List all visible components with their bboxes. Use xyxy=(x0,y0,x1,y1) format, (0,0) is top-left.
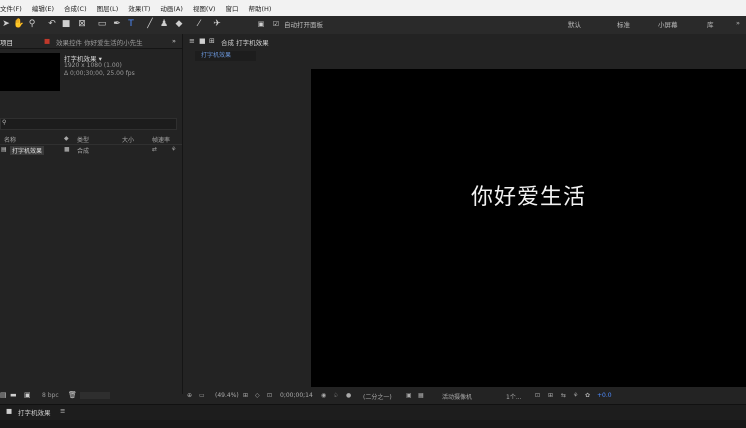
workspace-more-icon[interactable]: » xyxy=(736,19,740,27)
menu-composition[interactable]: 合成(C) xyxy=(64,3,87,13)
project-tab-bar: 项目 ■ 效果控件 你好爱生活的小先生 » xyxy=(0,34,182,49)
region-of-interest-icon[interactable]: ⊡ xyxy=(267,392,272,399)
pen-tool-icon[interactable]: ✒ xyxy=(111,18,123,31)
transparency-grid-icon[interactable]: ▦ xyxy=(418,392,424,399)
project-search-input[interactable]: ⚲ xyxy=(0,118,177,130)
auto-open-checkbox[interactable]: ☑ xyxy=(270,18,282,31)
comp-item-icon: ▤ xyxy=(1,146,7,153)
tab-effect-controls[interactable]: 效果控件 你好爱生活的小先生 xyxy=(56,37,143,47)
auto-open-panel-label: 自动打开面板 xyxy=(284,21,323,29)
comp-size-label: 1920 x 1080 (1.00) xyxy=(64,62,122,69)
comp-tab-bar: ≡ ■ ⊞ 合成 打字机效果 xyxy=(183,34,746,48)
toolbar: ➤ ✋ ⚲ ↶ ■ ⊠ ▭ ✒ T ╱ ♟ ◆ ⁄ ✈ ▣ ☑ 自动打开面板 默… xyxy=(0,16,746,35)
draft-3d-icon[interactable]: ⊞ xyxy=(548,392,553,399)
project-column-header: 名称 ◆ 类型 大小 帧速率 xyxy=(0,134,182,145)
comp-panel-title[interactable]: 合成 打字机效果 xyxy=(221,37,269,47)
hand-tool-icon[interactable]: ✋ xyxy=(13,18,25,31)
views-dropdown[interactable]: 1个... xyxy=(506,392,522,401)
table-row[interactable]: ▤ 打字机效果 ■ 合成 ⇄ ⚘ xyxy=(0,145,182,155)
panel-icon: ▣ xyxy=(257,20,265,28)
comp-footer-controls: ⊕ ▭ (49.4%) ⊞ ◇ ⊡ 0;00;00;14 ◉ ♤ ● (二分之一… xyxy=(183,389,746,403)
brush-tool-icon[interactable]: ╱ xyxy=(144,18,156,31)
comp-thumbnail xyxy=(0,53,60,91)
row-type: 合成 xyxy=(77,148,90,155)
fast-preview-icon[interactable]: ▣ xyxy=(406,392,412,399)
column-name[interactable]: 名称 xyxy=(4,135,16,144)
menu-view[interactable]: 视图(V) xyxy=(193,3,216,13)
puppet-tool-icon[interactable]: ✈ xyxy=(211,18,223,31)
timecode-display[interactable]: 0;00;00;14 xyxy=(280,392,313,399)
eraser-tool-icon[interactable]: ◆ xyxy=(173,18,185,31)
roto-brush-tool-icon[interactable]: ⁄ xyxy=(193,18,205,31)
exposure-icon[interactable]: ✿ xyxy=(585,392,590,399)
flowchart-icon[interactable]: ⚘ xyxy=(573,392,578,399)
new-comp-icon[interactable]: ▣ xyxy=(24,391,31,399)
delete-icon[interactable]: 🗑 xyxy=(68,391,77,399)
camera-dropdown[interactable]: 活动摄像机 xyxy=(442,392,472,401)
row-label-swatch: ■ xyxy=(64,146,70,153)
comp-view-tab[interactable]: 打字机效果 xyxy=(195,51,256,61)
workspace-standard[interactable]: 标准 xyxy=(617,19,630,29)
timeline-close-icon[interactable]: ■ xyxy=(6,407,12,415)
timeline-link-icon[interactable]: ⇆ xyxy=(561,392,566,399)
zoom-dropdown[interactable]: (49.4%) xyxy=(215,392,239,399)
column-size[interactable]: 大小 xyxy=(122,135,134,144)
selection-tool-icon[interactable]: ➤ xyxy=(0,18,12,31)
row-fps-icon: ⇄ xyxy=(152,146,158,153)
menu-window[interactable]: 窗口 xyxy=(225,3,238,13)
menu-bar: 文件(F) 编辑(E) 合成(C) 图层(L) 效果(T) 动画(A) 视图(V… xyxy=(0,0,746,16)
timeline-menu-icon[interactable]: ≡ xyxy=(60,407,65,415)
search-icon: ⚲ xyxy=(2,119,7,126)
show-snapshot-icon[interactable]: ♤ xyxy=(333,392,338,399)
workspace-small-screen[interactable]: 小屏幕 xyxy=(658,19,678,29)
composition-panel: ≡ ■ ⊞ 合成 打字机效果 打字机效果 你好爱生活 xyxy=(183,34,746,394)
comp-lock-icon[interactable]: ■ xyxy=(199,37,206,45)
column-fps[interactable]: 帧速率 xyxy=(152,135,170,144)
timeline-tab[interactable]: 打字机效果 xyxy=(18,407,51,417)
timeline-panel: ■ 打字机效果 ≡ xyxy=(0,404,746,428)
type-tool-icon[interactable]: T xyxy=(125,18,137,31)
workspace-default[interactable]: 默认 xyxy=(568,19,581,29)
rectangle-tool-icon[interactable]: ▭ xyxy=(96,18,108,31)
clone-stamp-tool-icon[interactable]: ♟ xyxy=(158,18,170,31)
menu-file[interactable]: 文件(F) xyxy=(0,3,22,13)
bpc-label[interactable]: 8 bpc xyxy=(42,392,59,399)
comp-duration-label: Δ 0;00;30;00, 25.00 fps xyxy=(64,70,135,77)
effects-lock-icon: ■ xyxy=(44,37,51,45)
label-tag-icon[interactable]: ◆ xyxy=(64,135,69,142)
new-folder-icon[interactable]: ▬ xyxy=(10,391,17,399)
project-panel: 项目 ■ 效果控件 你好爱生活的小先生 » 打字机效果 ▾ 1920 x 108… xyxy=(0,34,183,399)
zoom-tool-icon[interactable]: ⚲ xyxy=(26,18,38,31)
project-footer: ▤ ▬ ▣ 8 bpc 🗑 xyxy=(0,389,182,403)
viewer-text[interactable]: 你好爱生活 xyxy=(311,179,746,211)
workspace-library[interactable]: 库 xyxy=(707,19,714,29)
panel-overflow-icon[interactable]: » xyxy=(172,37,176,45)
comp-viewer[interactable]: 你好爱生活 xyxy=(311,69,746,387)
panel-menu-icon[interactable]: ≡ xyxy=(189,37,195,45)
comp-flowchart-icon[interactable]: ⊞ xyxy=(209,37,215,45)
column-type[interactable]: 类型 xyxy=(77,135,89,144)
row-flowchart-icon: ⚘ xyxy=(171,146,177,153)
monitor-icon[interactable]: ▭ xyxy=(199,392,205,399)
toggle-pixel-aspect-icon[interactable]: ⊡ xyxy=(535,392,540,399)
menu-effect[interactable]: 效果(T) xyxy=(128,3,150,13)
menu-help[interactable]: 帮助(H) xyxy=(248,3,271,13)
project-scrollbar[interactable] xyxy=(80,392,110,399)
exposure-value[interactable]: +0.0 xyxy=(597,392,612,399)
menu-layer[interactable]: 图层(L) xyxy=(97,3,119,13)
mask-visibility-icon[interactable]: ◇ xyxy=(255,392,260,399)
menu-animation[interactable]: 动画(A) xyxy=(160,3,183,13)
camera-tool-icon[interactable]: ■ xyxy=(60,18,72,31)
pan-behind-tool-icon[interactable]: ⊠ xyxy=(76,18,88,31)
snapshot-icon[interactable]: ◉ xyxy=(321,392,326,399)
rotate-tool-icon[interactable]: ↶ xyxy=(46,18,58,31)
show-channel-icon[interactable]: ● xyxy=(346,392,351,399)
grid-icon[interactable]: ⊞ xyxy=(243,392,248,399)
menu-edit[interactable]: 编辑(E) xyxy=(32,3,54,13)
tab-project[interactable]: 项目 xyxy=(0,37,13,47)
row-name[interactable]: 打字机效果 xyxy=(10,146,45,155)
always-preview-icon[interactable]: ⊕ xyxy=(187,392,192,399)
interpret-footage-icon[interactable]: ▤ xyxy=(0,391,7,399)
resolution-dropdown[interactable]: (二分之一) xyxy=(363,392,392,401)
